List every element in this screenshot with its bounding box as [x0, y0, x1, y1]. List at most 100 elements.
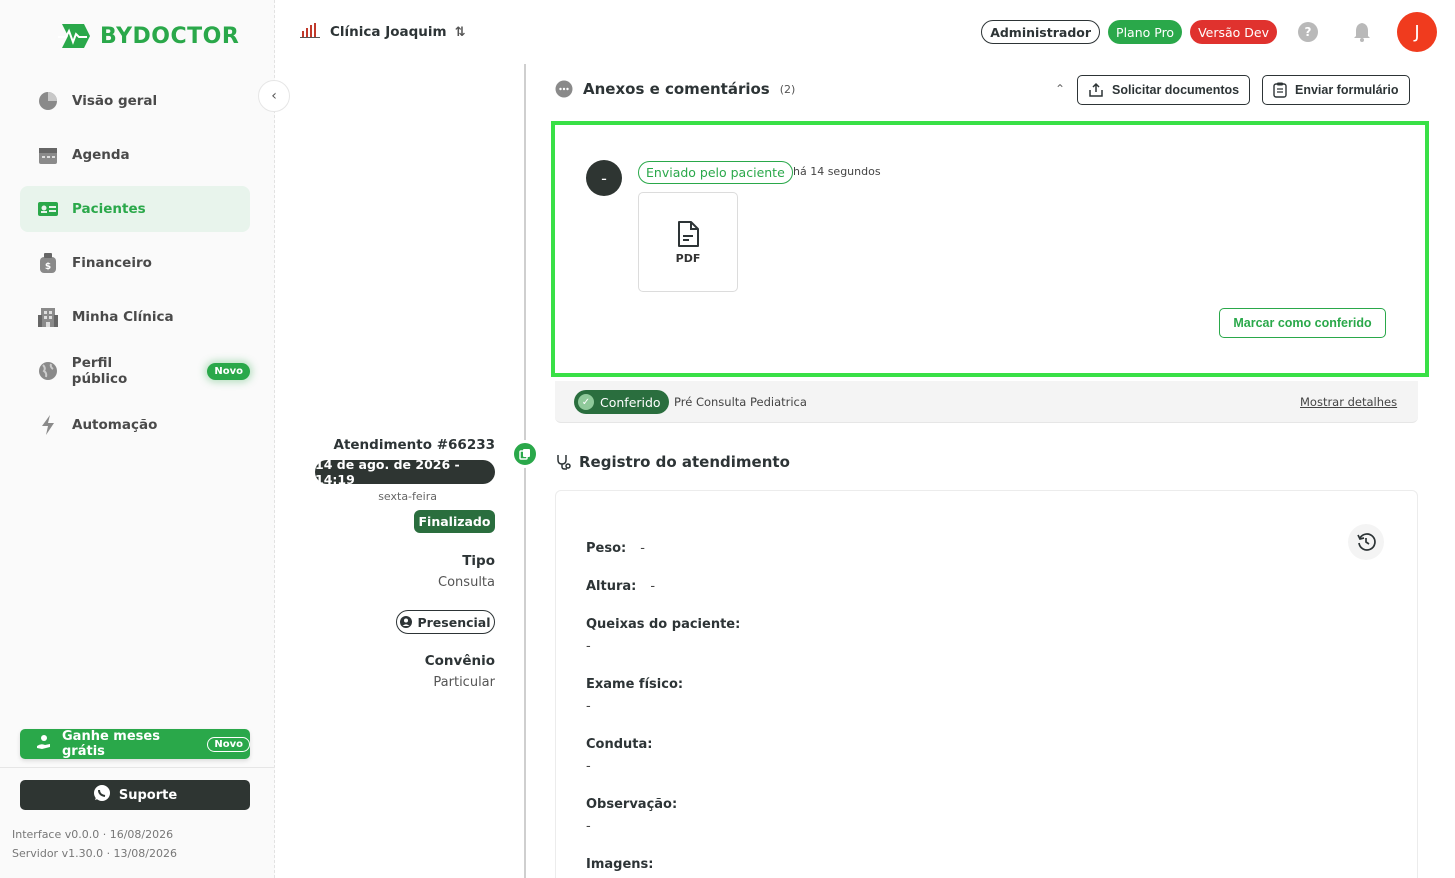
sidebar-item-label: Perfil público	[71, 355, 128, 387]
globe-icon	[37, 360, 59, 382]
mark-as-checked-button[interactable]: Marcar como conferido	[1219, 308, 1386, 338]
stethoscope-icon	[557, 455, 571, 470]
conduct-label: Conduta:	[586, 737, 653, 752]
record-title: Registro do atendimento	[579, 453, 790, 471]
file-type-label: PDF	[675, 251, 701, 265]
person-icon	[400, 616, 413, 628]
whatsapp-icon	[93, 784, 111, 806]
document-icon	[678, 220, 699, 247]
bell-icon	[1354, 23, 1370, 42]
new-badge: Novo	[207, 362, 250, 380]
status-badge: Finalizado	[414, 510, 495, 533]
appointment-title: Atendimento #66233	[333, 437, 496, 453]
sidebar-item-label: Agenda	[72, 147, 130, 163]
plan-badge[interactable]: Plano Pro	[1108, 20, 1183, 44]
attachments-title: Anexos e comentários	[583, 80, 770, 98]
appointment-weekday: sexta-feira	[378, 490, 437, 503]
timeline-marker[interactable]	[511, 440, 539, 468]
pdf-attachment[interactable]: PDF	[638, 192, 738, 292]
support-label: Suporte	[118, 787, 178, 803]
notifications-button[interactable]	[1347, 17, 1377, 47]
app-root: BYDOCTOR Visão geral Agenda Pacientes $ …	[0, 0, 1455, 878]
sidebar-item-automacao[interactable]: Automação	[20, 402, 250, 448]
observation-label: Observação:	[586, 797, 678, 812]
weight-field: Peso: -	[586, 541, 645, 556]
clipboard-icon	[1273, 82, 1287, 98]
sidebar-nav: Visão geral Agenda Pacientes $ Financeir…	[20, 78, 250, 456]
promo-button[interactable]: Ganhe meses grátis Novo	[20, 729, 250, 759]
building-icon	[37, 306, 59, 328]
sidebar-item-pacientes[interactable]: Pacientes	[20, 186, 250, 232]
comment-icon	[555, 80, 573, 98]
request-documents-button[interactable]: Solicitar documentos	[1077, 75, 1251, 105]
clinic-logo-icon	[300, 21, 322, 43]
type-value: Consulta	[438, 575, 495, 590]
record-card	[555, 490, 1418, 878]
record-header: Registro do atendimento	[555, 453, 790, 471]
svg-text:$: $	[45, 262, 51, 272]
height-label: Altura:	[586, 579, 637, 594]
gift-hand-icon	[36, 734, 52, 754]
chevron-left-icon: ‹	[271, 88, 277, 104]
weight-value: -	[640, 541, 645, 556]
sidebar-item-perfil-publico[interactable]: Perfil público Novo	[20, 348, 250, 394]
env-badge: Versão Dev	[1190, 20, 1277, 44]
money-bag-icon: $	[37, 252, 59, 274]
sender-badge: Enviado pelo paciente	[638, 161, 793, 184]
sidebar: BYDOCTOR Visão geral Agenda Pacientes $ …	[0, 0, 275, 878]
checked-label: Conferido	[600, 394, 661, 410]
complaints-label: Queixas do paciente:	[586, 617, 741, 632]
user-avatar[interactable]: J	[1397, 12, 1437, 52]
copy-icon	[519, 449, 530, 460]
check-icon: ✓	[578, 394, 594, 410]
swap-arrows-icon: ⇅	[454, 24, 466, 40]
mode-badge: Presencial	[396, 610, 495, 634]
support-button[interactable]: Suporte	[20, 780, 250, 810]
help-button[interactable]: ?	[1293, 17, 1323, 47]
chevron-up-icon[interactable]: ⌃	[1055, 82, 1065, 96]
sidebar-item-label: Minha Clínica	[72, 309, 174, 325]
weight-label: Peso:	[586, 541, 627, 556]
sidebar-item-label: Pacientes	[72, 201, 146, 217]
lightning-icon	[37, 414, 59, 436]
promo-badge: Novo	[207, 736, 250, 752]
history-button[interactable]	[1348, 524, 1384, 560]
request-documents-label: Solicitar documentos	[1112, 83, 1240, 97]
show-details-link[interactable]: Mostrar detalhes	[1300, 395, 1397, 409]
height-field: Altura: -	[586, 579, 655, 594]
server-version: Servidor v1.30.0 · 13/08/2026	[12, 847, 177, 860]
height-value: -	[650, 579, 656, 594]
attachments-header: Anexos e comentários (2)	[555, 80, 795, 98]
sidebar-item-label: Automação	[72, 417, 158, 433]
clinic-name: Clínica Joaquim	[330, 24, 447, 40]
calendar-icon	[37, 144, 59, 166]
promo-label: Ganhe meses grátis	[62, 729, 160, 759]
logo-icon	[58, 24, 90, 48]
images-label: Imagens:	[586, 857, 654, 872]
id-card-icon	[37, 198, 59, 220]
sidebar-item-minha-clinica[interactable]: Minha Clínica	[20, 294, 250, 340]
send-form-button[interactable]: Enviar formulário	[1262, 75, 1410, 105]
insurance-value: Particular	[433, 675, 495, 690]
topbar-actions: Administrador Plano Pro Versão Dev ? J	[981, 12, 1437, 52]
send-form-label: Enviar formulário	[1295, 83, 1399, 97]
checked-badge: ✓ Conferido	[574, 390, 669, 414]
mode-label: Presencial	[417, 614, 491, 630]
attachments-count: (2)	[779, 82, 796, 96]
brand-name: BYDOCTOR	[100, 23, 240, 49]
role-badge: Administrador	[981, 20, 1101, 44]
sidebar-item-visao-geral[interactable]: Visão geral	[20, 78, 250, 124]
sidebar-item-label: Visão geral	[72, 93, 158, 109]
brand-logo[interactable]: BYDOCTOR	[56, 22, 239, 50]
collapse-sidebar-button[interactable]: ‹	[258, 80, 290, 112]
history-icon	[1357, 533, 1376, 551]
pie-chart-icon	[37, 90, 59, 112]
sidebar-item-label: Financeiro	[72, 255, 152, 271]
sidebar-item-agenda[interactable]: Agenda	[20, 132, 250, 178]
help-icon: ?	[1298, 22, 1318, 42]
physical-exam-value: -	[586, 699, 591, 714]
physical-exam-label: Exame físico:	[586, 677, 684, 692]
clinic-switcher[interactable]: Clínica Joaquim ⇅	[300, 21, 466, 43]
sidebar-item-financeiro[interactable]: $ Financeiro	[20, 240, 250, 286]
observation-value: -	[586, 819, 591, 834]
